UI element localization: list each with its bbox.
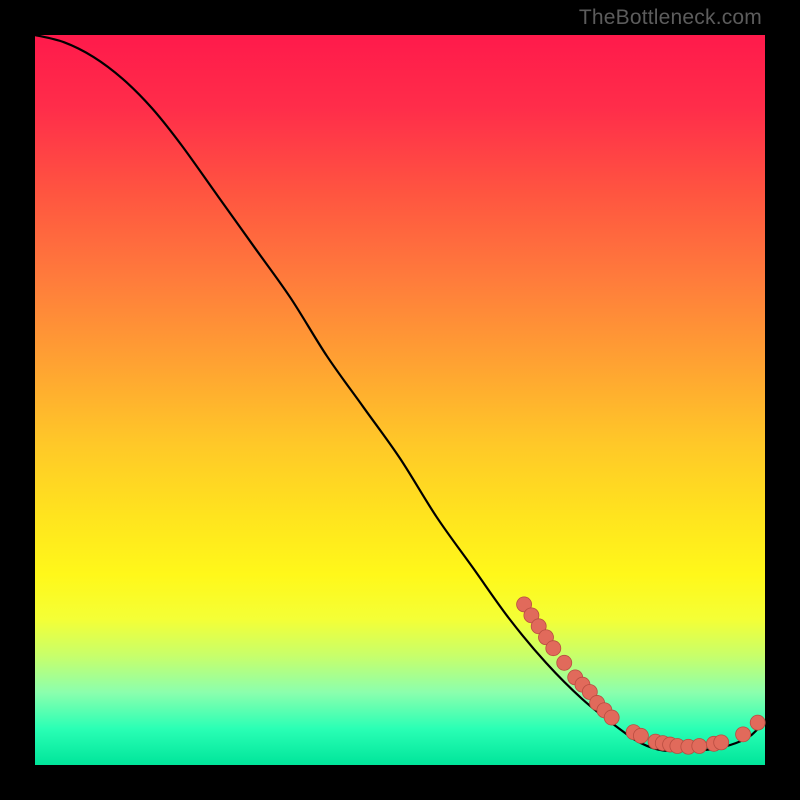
- data-point: [714, 735, 729, 750]
- data-point: [692, 739, 707, 754]
- data-point: [546, 641, 561, 656]
- data-point: [736, 727, 751, 742]
- data-point: [750, 715, 765, 730]
- data-point: [557, 655, 572, 670]
- data-point: [633, 728, 648, 743]
- chart-overlay: [35, 35, 765, 765]
- data-points: [517, 597, 766, 754]
- bottleneck-curve: [35, 35, 765, 751]
- data-point: [604, 710, 619, 725]
- watermark-label: TheBottleneck.com: [579, 6, 762, 30]
